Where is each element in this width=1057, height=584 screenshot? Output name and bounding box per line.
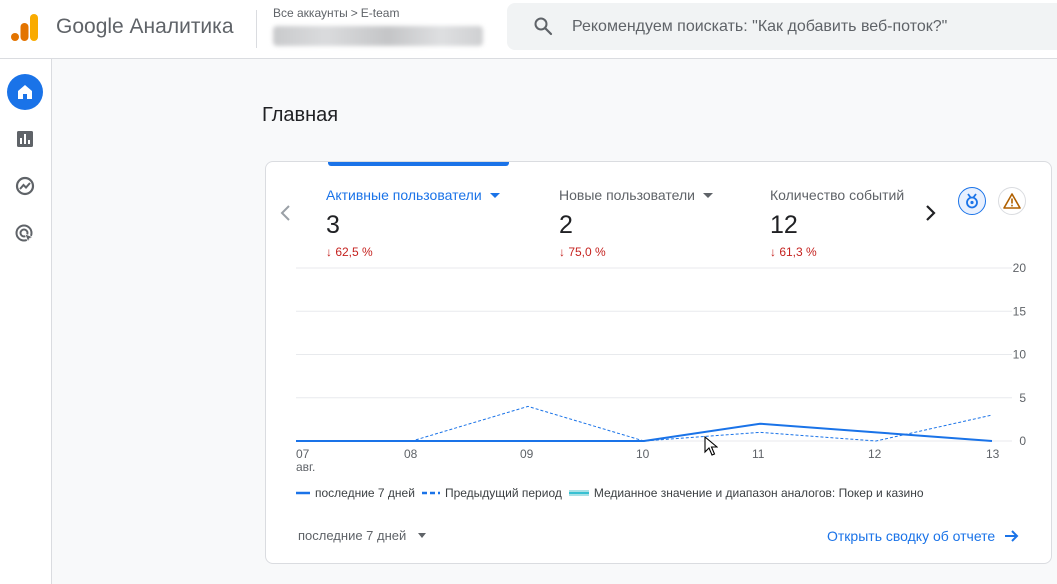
legend-item-current: последние 7 дней bbox=[296, 486, 415, 500]
nav-explore[interactable] bbox=[7, 168, 43, 204]
open-report-label: Открыть сводку об отчете bbox=[827, 528, 996, 544]
metric-label: Новые пользователи bbox=[559, 187, 695, 203]
divider bbox=[256, 10, 257, 48]
side-navigation bbox=[0, 59, 52, 584]
line-chart[interactable]: 0 5 10 15 20 07 08 09 10 11 12 13 авг. bbox=[266, 262, 1051, 477]
bar-chart-icon bbox=[17, 131, 33, 147]
explore-icon bbox=[15, 176, 35, 196]
legend-label: Предыдущий период bbox=[444, 486, 562, 500]
breadcrumb-separator: > bbox=[350, 6, 358, 20]
breadcrumb-account[interactable]: E-team bbox=[361, 6, 400, 20]
nav-home[interactable] bbox=[7, 74, 43, 110]
x-tick-label: 10 bbox=[636, 447, 650, 461]
dropdown-caret-icon[interactable] bbox=[489, 192, 500, 198]
y-tick-label: 0 bbox=[1019, 434, 1026, 448]
date-range-label: последние 7 дней bbox=[298, 528, 407, 543]
series-previous-period bbox=[296, 405, 993, 442]
breadcrumb-all-accounts[interactable]: Все аккаунты bbox=[273, 6, 348, 20]
chevron-left-icon[interactable] bbox=[276, 202, 296, 224]
metric-value: 3 bbox=[326, 211, 340, 239]
x-tick-label: 12 bbox=[868, 447, 882, 461]
metric-event-count[interactable]: Количество событий 12 ↓ 61,3 % bbox=[770, 187, 904, 259]
legend-label: Медианное значение и диапазон аналогов: … bbox=[593, 486, 924, 500]
overview-card: Активные пользователи 3 ↓ 62,5 % Новые п… bbox=[265, 161, 1052, 564]
metric-active-users[interactable]: Активные пользователи 3 ↓ 62,5 % bbox=[326, 187, 500, 259]
product-name: Google Аналитика bbox=[56, 15, 234, 38]
dropdown-caret-icon[interactable] bbox=[702, 192, 713, 198]
legend-item-benchmark: Медианное значение и диапазон аналогов: … bbox=[568, 486, 924, 500]
x-tick-label: 09 bbox=[520, 447, 534, 461]
band-swatch bbox=[568, 490, 589, 496]
y-tick-label: 20 bbox=[1013, 262, 1027, 275]
metric-value: 2 bbox=[559, 211, 573, 239]
x-tick-label: 07 bbox=[296, 447, 310, 461]
open-report-link[interactable]: Открыть сводку об отчете bbox=[827, 528, 1021, 544]
metric-value: 12 bbox=[770, 211, 798, 239]
x-tick-label: 11 bbox=[752, 447, 765, 461]
top-bar: Google Аналитика Все аккаунты > E-team Рек… bbox=[0, 0, 1057, 59]
metric-label: Активные пользователи bbox=[326, 187, 482, 203]
y-tick-label: 5 bbox=[1019, 391, 1026, 405]
legend-label: последние 7 дней bbox=[315, 486, 415, 500]
breadcrumb[interactable]: Все аккаунты > E-team bbox=[273, 6, 399, 20]
search-bar[interactable]: Рекомендуем поискать: "Как добавить веб-… bbox=[507, 3, 1057, 50]
warning-icon bbox=[1003, 193, 1021, 209]
property-selector-blurred[interactable] bbox=[273, 26, 483, 46]
dropdown-caret-icon bbox=[418, 533, 427, 538]
y-tick-label: 15 bbox=[1013, 304, 1027, 318]
y-tick-label: 10 bbox=[1013, 348, 1027, 362]
metric-new-users[interactable]: Новые пользователи 2 ↓ 75,0 % bbox=[559, 187, 713, 259]
search-icon bbox=[534, 17, 553, 36]
page-title: Главная bbox=[262, 104, 339, 126]
alerts-button[interactable] bbox=[998, 187, 1026, 215]
arrow-right-icon bbox=[1005, 530, 1019, 542]
chevron-right-icon[interactable] bbox=[920, 202, 940, 224]
x-tick-sublabel: авг. bbox=[296, 460, 315, 474]
metric-change: ↓ 62,5 % bbox=[326, 245, 373, 259]
date-range-selector[interactable]: последние 7 дней bbox=[298, 528, 427, 543]
insights-button[interactable] bbox=[958, 187, 986, 215]
analytics-logo-icon[interactable] bbox=[11, 12, 39, 42]
nav-reports[interactable] bbox=[7, 121, 43, 157]
dashed-line-swatch bbox=[421, 491, 440, 495]
active-tab-indicator bbox=[328, 162, 509, 166]
chart-legend: последние 7 дней Предыдущий период Медиа… bbox=[296, 486, 931, 500]
insights-icon bbox=[966, 193, 978, 209]
x-tick-label: 13 bbox=[986, 447, 1000, 461]
metric-change: ↓ 75,0 % bbox=[559, 245, 606, 259]
metric-change: ↓ 61,3 % bbox=[770, 245, 817, 259]
home-icon bbox=[18, 85, 32, 99]
legend-item-previous: Предыдущий период bbox=[421, 486, 562, 500]
solid-line-swatch bbox=[296, 491, 310, 495]
x-tick-label: 08 bbox=[404, 447, 418, 461]
advertising-icon bbox=[15, 224, 35, 244]
metric-label: Количество событий bbox=[770, 187, 905, 203]
search-input[interactable]: Рекомендуем поискать: "Как добавить веб-… bbox=[572, 18, 947, 36]
mouse-cursor-icon bbox=[704, 436, 718, 456]
nav-advertising[interactable] bbox=[7, 216, 43, 252]
